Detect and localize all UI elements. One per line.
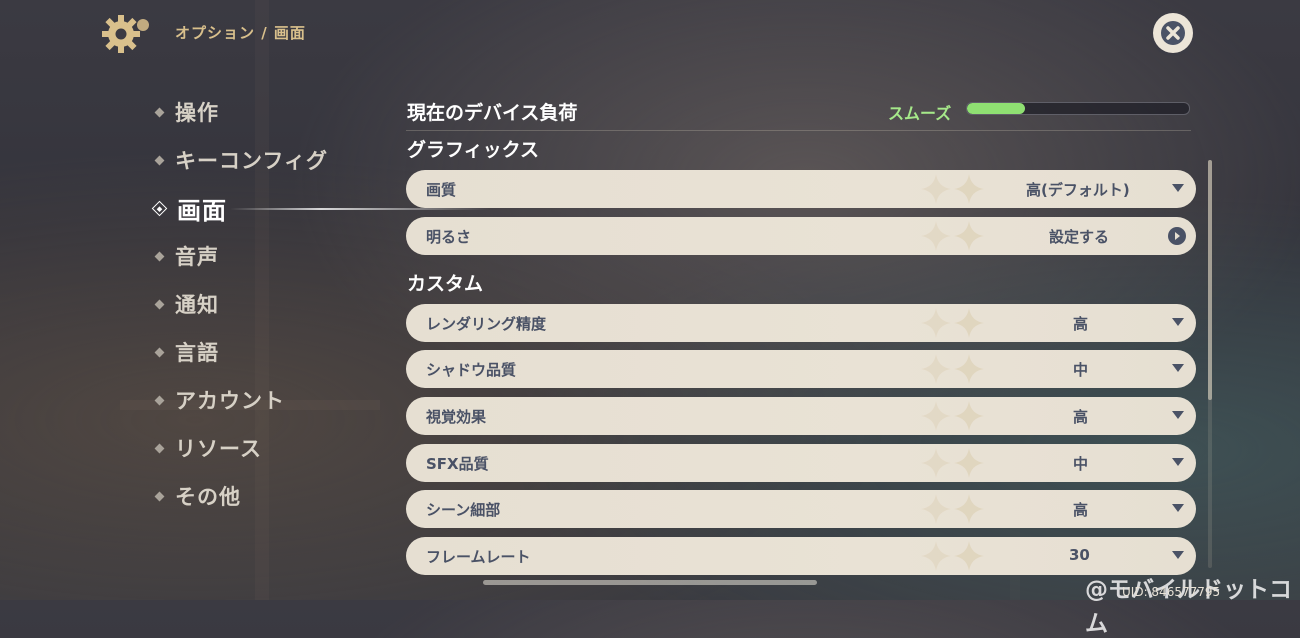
sparkle-decoration-icon xyxy=(954,308,984,338)
sidebar-item-language[interactable]: 言語 xyxy=(150,328,410,376)
diamond-icon xyxy=(154,491,165,501)
header: オプション / 画面 xyxy=(0,0,1300,70)
diamond-icon xyxy=(154,299,165,309)
option-value: 中 xyxy=(1073,361,1089,379)
diamond-selected-icon xyxy=(151,200,168,216)
sidebar-item-label: 音声 xyxy=(175,245,219,269)
device-load-status: スムーズ xyxy=(888,104,952,123)
sparkle-decoration-icon xyxy=(921,494,951,524)
sparkle-decoration-icon xyxy=(921,401,951,431)
chevron-down-icon xyxy=(1172,504,1184,512)
sidebar-item-resources[interactable]: リソース xyxy=(150,424,410,472)
sparkle-decoration-icon xyxy=(921,221,951,251)
sidebar-item-display[interactable]: 画面 xyxy=(150,184,490,232)
sidebar: 操作 キーコンフィグ 画面 音声 通知 言語 アカウント リソース その他 xyxy=(150,88,490,520)
sparkle-decoration-icon xyxy=(921,174,951,204)
option-name: 視覚効果 xyxy=(426,408,487,426)
sparkle-decoration-icon xyxy=(921,541,951,571)
option-name: 明るさ xyxy=(426,228,472,246)
arrow-right-icon xyxy=(1168,227,1186,245)
option-row-brightness[interactable]: 明るさ 設定する xyxy=(406,217,1196,255)
sparkle-decoration-icon xyxy=(954,494,984,524)
sidebar-item-label: 通知 xyxy=(175,293,219,317)
option-value: 設定する xyxy=(1049,228,1110,246)
sparkle-decoration-icon xyxy=(921,354,951,384)
option-value: 高(デフォルト) xyxy=(1026,181,1130,199)
horizontal-scroll-indicator xyxy=(483,580,817,585)
section-title-graphics: グラフィックス xyxy=(407,139,540,161)
option-value: 高 xyxy=(1073,501,1089,519)
chevron-down-icon xyxy=(1172,318,1184,326)
sparkle-decoration-icon xyxy=(954,541,984,571)
gear-icon xyxy=(102,15,149,53)
option-value: 高 xyxy=(1073,315,1089,333)
option-value: 中 xyxy=(1073,455,1089,473)
sidebar-item-audio[interactable]: 音声 xyxy=(150,232,410,280)
sparkle-decoration-icon xyxy=(954,174,984,204)
sparkle-decoration-icon xyxy=(954,448,984,478)
device-load-title: 現在のデバイス負荷 xyxy=(407,102,578,124)
option-row-shadow-quality[interactable]: シャドウ品質 中 xyxy=(406,350,1196,388)
device-load-fill xyxy=(967,103,1025,114)
vertical-scrollbar[interactable] xyxy=(1208,160,1212,568)
diamond-icon xyxy=(154,107,165,117)
sidebar-item-label: 操作 xyxy=(175,101,219,125)
chevron-down-icon xyxy=(1172,364,1184,372)
option-row-scene-detail[interactable]: シーン細部 高 xyxy=(406,490,1196,528)
diamond-icon xyxy=(154,347,165,357)
sidebar-item-key-config[interactable]: キーコンフィグ xyxy=(150,136,410,184)
sidebar-item-controls[interactable]: 操作 xyxy=(150,88,410,136)
close-button[interactable] xyxy=(1153,13,1193,53)
section-title-custom: カスタム xyxy=(407,273,484,295)
diamond-icon xyxy=(154,155,165,165)
option-row-visual-effects[interactable]: 視覚効果 高 xyxy=(406,397,1196,435)
device-load-row: 現在のデバイス負荷 スムーズ xyxy=(406,90,1191,131)
diamond-icon xyxy=(154,251,165,261)
sidebar-item-label: リソース xyxy=(175,437,262,461)
device-load-bar xyxy=(966,102,1190,115)
option-name: レンダリング精度 xyxy=(426,315,547,333)
option-name: シャドウ品質 xyxy=(426,361,517,379)
option-name: 画質 xyxy=(426,181,457,199)
option-value: 30 xyxy=(1069,546,1090,564)
option-row-render-resolution[interactable]: レンダリング精度 高 xyxy=(406,304,1196,342)
sparkle-decoration-icon xyxy=(921,448,951,478)
uid-label: UID: 846577795 xyxy=(1122,585,1221,599)
breadcrumb: オプション / 画面 xyxy=(175,24,306,42)
chevron-down-icon xyxy=(1172,411,1184,419)
diamond-icon xyxy=(154,443,165,453)
sparkle-decoration-icon xyxy=(921,308,951,338)
sidebar-item-label: アカウント xyxy=(175,389,285,413)
sparkle-decoration-icon xyxy=(954,221,984,251)
option-name: SFX品質 xyxy=(426,455,489,473)
sparkle-decoration-icon xyxy=(954,401,984,431)
sidebar-item-label: 言語 xyxy=(175,341,219,365)
option-value: 高 xyxy=(1073,408,1089,426)
diamond-icon xyxy=(154,395,165,405)
close-icon xyxy=(1161,21,1185,45)
sidebar-item-account[interactable]: アカウント xyxy=(150,376,410,424)
sidebar-item-other[interactable]: その他 xyxy=(150,472,410,520)
sidebar-item-label: 画面 xyxy=(177,196,227,225)
sparkle-decoration-icon xyxy=(954,354,984,384)
option-name: シーン細部 xyxy=(426,501,501,519)
watermark: @モバイルドットコム xyxy=(1085,577,1292,637)
option-row-sfx-quality[interactable]: SFX品質 中 xyxy=(406,444,1196,482)
scrollbar-thumb[interactable] xyxy=(1208,160,1212,400)
sidebar-item-notifications[interactable]: 通知 xyxy=(150,280,410,328)
active-glow xyxy=(230,208,490,210)
chevron-down-icon xyxy=(1172,184,1184,192)
option-row-quality[interactable]: 画質 高(デフォルト) xyxy=(406,170,1196,208)
sidebar-item-label: その他 xyxy=(175,485,241,509)
option-row-frame-rate[interactable]: フレームレート 30 xyxy=(406,537,1196,575)
chevron-down-icon xyxy=(1172,551,1184,559)
sidebar-item-label: キーコンフィグ xyxy=(175,149,328,173)
chevron-down-icon xyxy=(1172,458,1184,466)
option-name: フレームレート xyxy=(426,548,531,566)
